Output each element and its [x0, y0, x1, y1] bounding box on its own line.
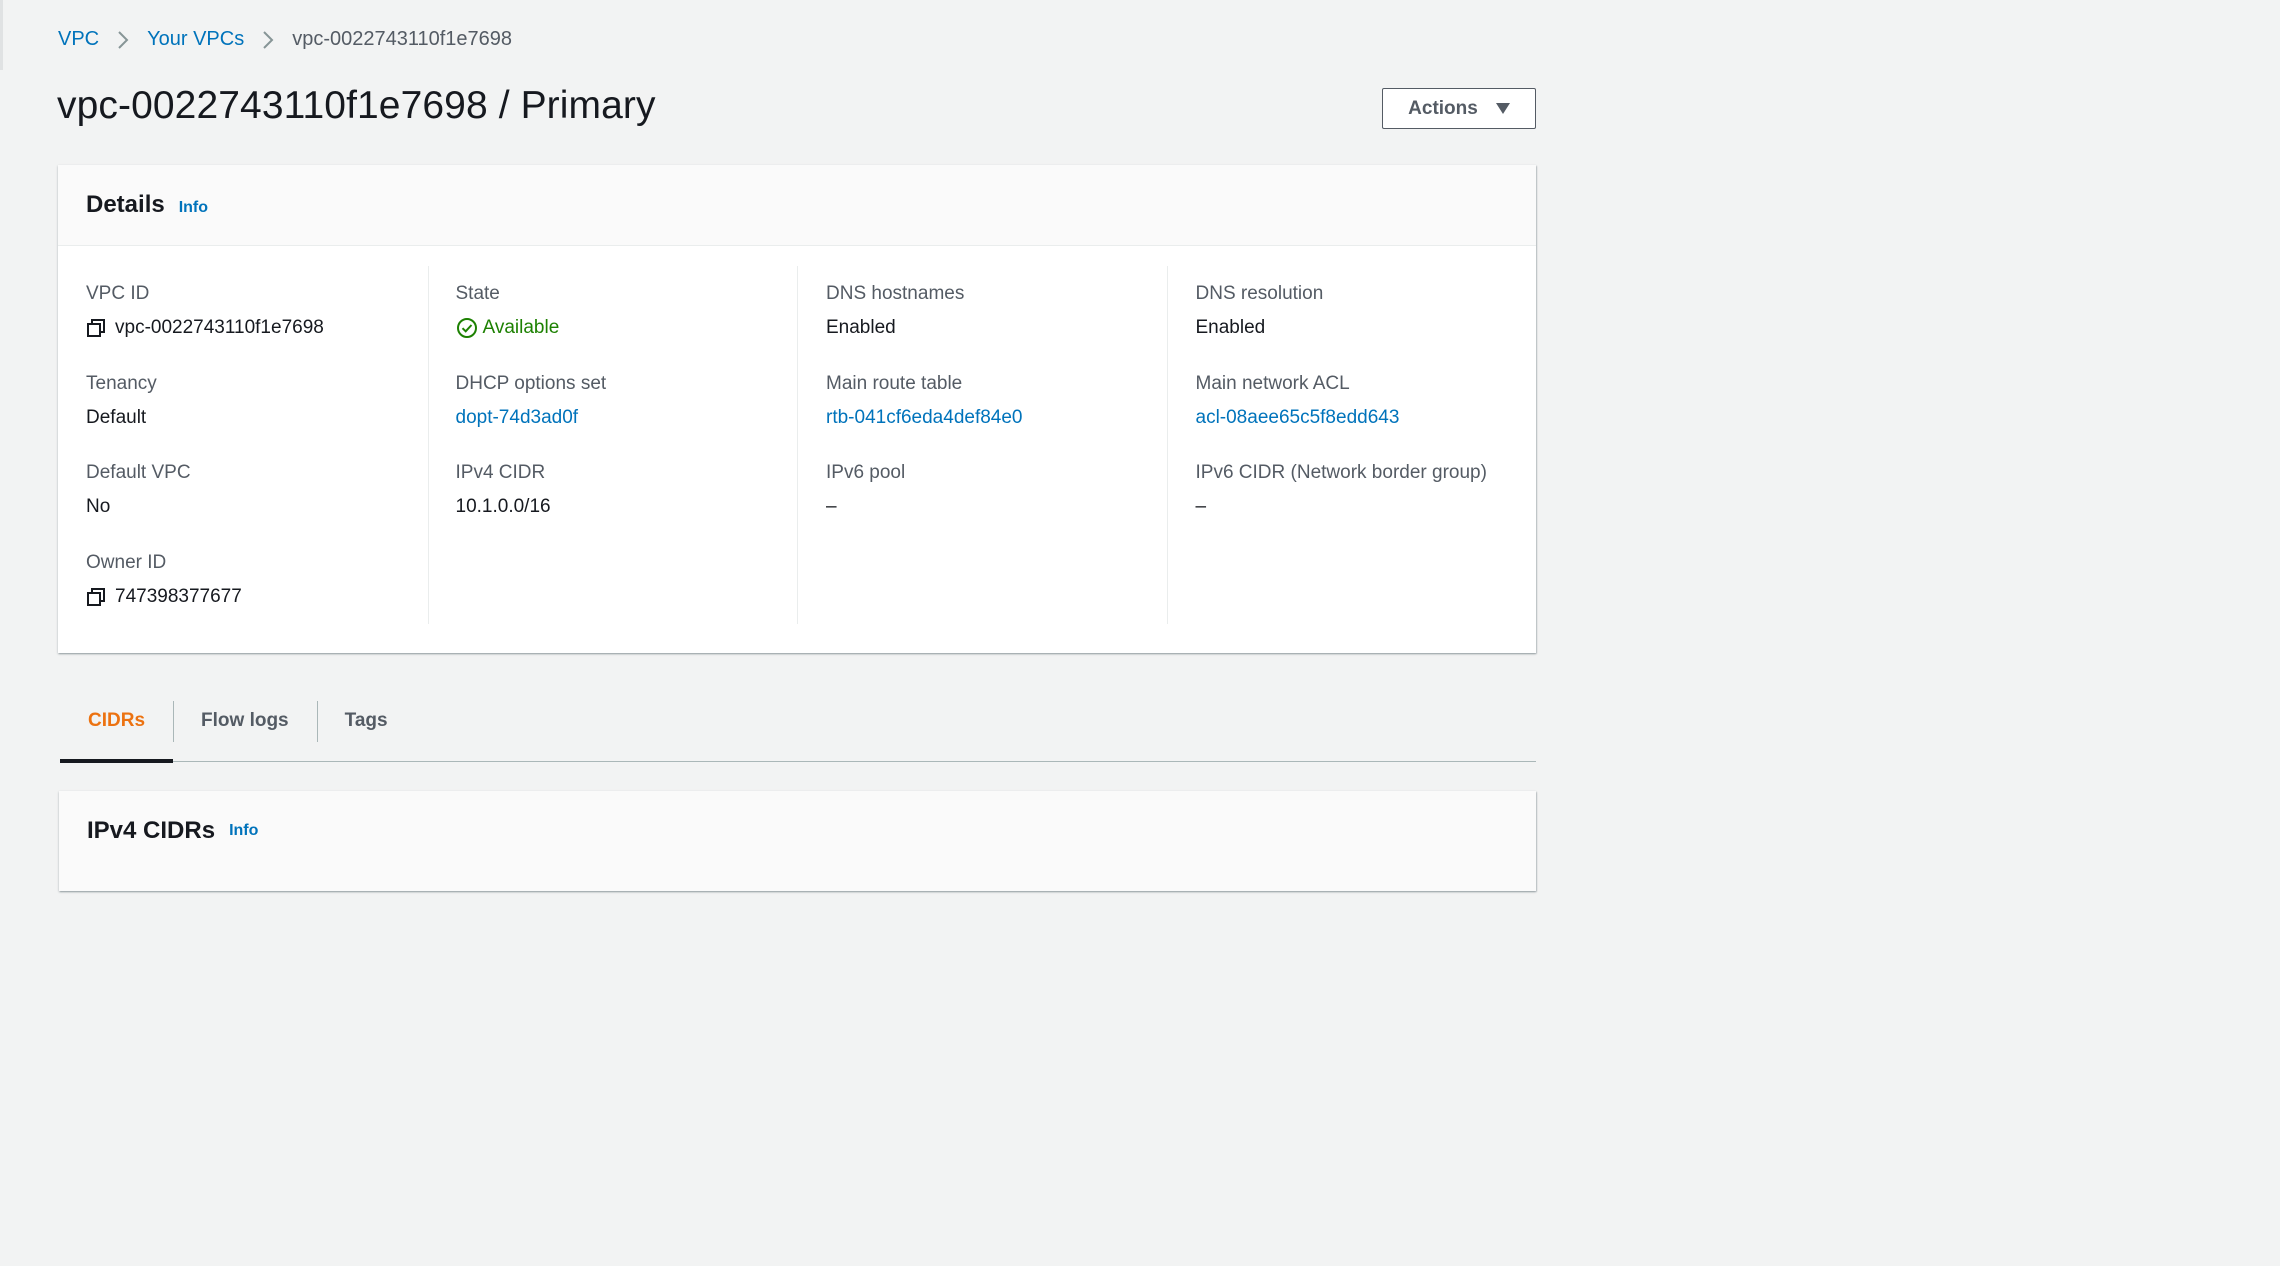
state-label: State — [455, 283, 500, 304]
details-columns: VPC ID vpc-0022743110f1e7698 Tenancy Def… — [58, 266, 1536, 624]
main-route-table-field: Main route table rtb-041cf6eda4def84e0 — [826, 356, 1167, 446]
ipv4-cidrs-title: IPv4 CIDRs — [87, 817, 216, 844]
check-circle-icon — [456, 317, 478, 339]
ipv4-cidr-label: IPv4 CIDR — [455, 462, 546, 483]
details-column-3: DNS hostnames Enabled Main route table r… — [797, 266, 1167, 624]
breadcrumb-vpc-link[interactable]: VPC — [58, 28, 99, 51]
default-vpc-value: No — [86, 496, 111, 517]
tab-cidrs[interactable]: CIDRs — [60, 700, 174, 763]
main-network-acl-field: Main network ACL acl-08aee65c5f8edd643 — [1196, 356, 1537, 446]
actions-button[interactable]: Actions — [1382, 88, 1536, 129]
owner-id-label: Owner ID — [86, 551, 167, 573]
ipv4-cidrs-panel: IPv4 CIDRs Info — [59, 791, 1536, 891]
main-route-table-label: Main route table — [826, 372, 963, 394]
tab-tags[interactable]: Tags — [316, 700, 416, 761]
owner-id-field: Owner ID 747398377677 — [86, 535, 428, 625]
main-network-acl-label: Main network ACL — [1195, 372, 1350, 394]
nav-edge-divider — [0, 0, 3, 70]
dhcp-options-link[interactable]: dopt-74d3ad0f — [456, 406, 798, 430]
main-network-acl-link[interactable]: acl-08aee65c5f8edd643 — [1196, 406, 1537, 430]
tenancy-label: Tenancy — [86, 372, 157, 394]
tab-bar: CIDRs Flow logs Tags — [60, 700, 1536, 763]
caret-down-icon — [1495, 103, 1510, 114]
ipv4-cidrs-info-link[interactable]: Info — [229, 822, 258, 840]
dns-resolution-field: DNS resolution Enabled — [1196, 266, 1537, 356]
copy-icon[interactable] — [86, 318, 106, 338]
details-title: Details — [86, 191, 165, 218]
vpc-id-value-row: vpc-0022743110f1e7698 — [86, 316, 428, 340]
default-vpc-label: Default VPC — [86, 462, 191, 483]
state-value: Available — [482, 317, 560, 338]
chevron-right-icon — [244, 29, 292, 51]
dns-resolution-value: Enabled — [1195, 317, 1266, 338]
vpc-details-page: VPC Your VPCs vpc-0022743110f1e7698 vpc-… — [0, 0, 1568, 891]
state-field: State Available — [456, 266, 798, 356]
copy-icon[interactable] — [86, 587, 106, 607]
page-title: vpc-0022743110f1e7698 / Primary — [57, 84, 656, 127]
owner-id-value-row: 747398377677 — [86, 585, 428, 609]
ipv6-cidr-label: IPv6 CIDR (Network border group) — [1195, 462, 1487, 483]
dns-hostnames-field: DNS hostnames Enabled — [826, 266, 1167, 356]
dhcp-options-field: DHCP options set dopt-74d3ad0f — [456, 356, 798, 446]
vpc-id-label: VPC ID — [86, 283, 150, 304]
tenancy-value: Default — [86, 406, 147, 428]
vpc-id-value: vpc-0022743110f1e7698 — [115, 317, 324, 338]
dns-hostnames-label: DNS hostnames — [826, 283, 965, 304]
ipv6-cidr-field: IPv6 CIDR (Network border group) – — [1196, 445, 1537, 535]
details-column-1: VPC ID vpc-0022743110f1e7698 Tenancy Def… — [58, 266, 428, 624]
ipv4-cidr-field: IPv4 CIDR 10.1.0.0/16 — [456, 445, 798, 535]
dns-hostnames-value: Enabled — [826, 317, 896, 338]
main-route-table-link[interactable]: rtb-041cf6eda4def84e0 — [826, 406, 1167, 430]
dhcp-options-label: DHCP options set — [455, 372, 607, 394]
breadcrumb-your-vpcs-link[interactable]: Your VPCs — [147, 28, 244, 51]
ipv6-pool-value: – — [826, 496, 837, 517]
state-value-row: Available — [456, 316, 798, 340]
vpc-id-field: VPC ID vpc-0022743110f1e7698 — [86, 266, 428, 356]
ipv6-pool-label: IPv6 pool — [826, 462, 906, 483]
chevron-right-icon — [99, 29, 147, 51]
details-panel: Details Info VPC ID vpc-0022743110f1e769… — [58, 165, 1536, 653]
dns-resolution-label: DNS resolution — [1195, 283, 1324, 304]
owner-id-value: 747398377677 — [115, 585, 242, 607]
actions-button-label: Actions — [1408, 97, 1478, 119]
breadcrumb-current-vpc: vpc-0022743110f1e7698 — [292, 28, 513, 50]
ipv4-cidr-value: 10.1.0.0/16 — [455, 496, 551, 517]
details-info-link[interactable]: Info — [179, 199, 208, 217]
breadcrumb: VPC Your VPCs vpc-0022743110f1e7698 — [58, 28, 512, 51]
details-column-4: DNS resolution Enabled Main network ACL … — [1166, 266, 1537, 624]
ipv6-cidr-value: – — [1195, 496, 1207, 517]
details-column-2: State Available DHCP options set dopt-74… — [427, 266, 798, 624]
details-panel-header: Details Info — [58, 165, 1536, 246]
default-vpc-field: Default VPC No — [86, 445, 428, 535]
ipv6-pool-field: IPv6 pool – — [826, 445, 1167, 535]
tenancy-field: Tenancy Default — [86, 356, 428, 446]
tab-flow-logs[interactable]: Flow logs — [173, 700, 317, 761]
